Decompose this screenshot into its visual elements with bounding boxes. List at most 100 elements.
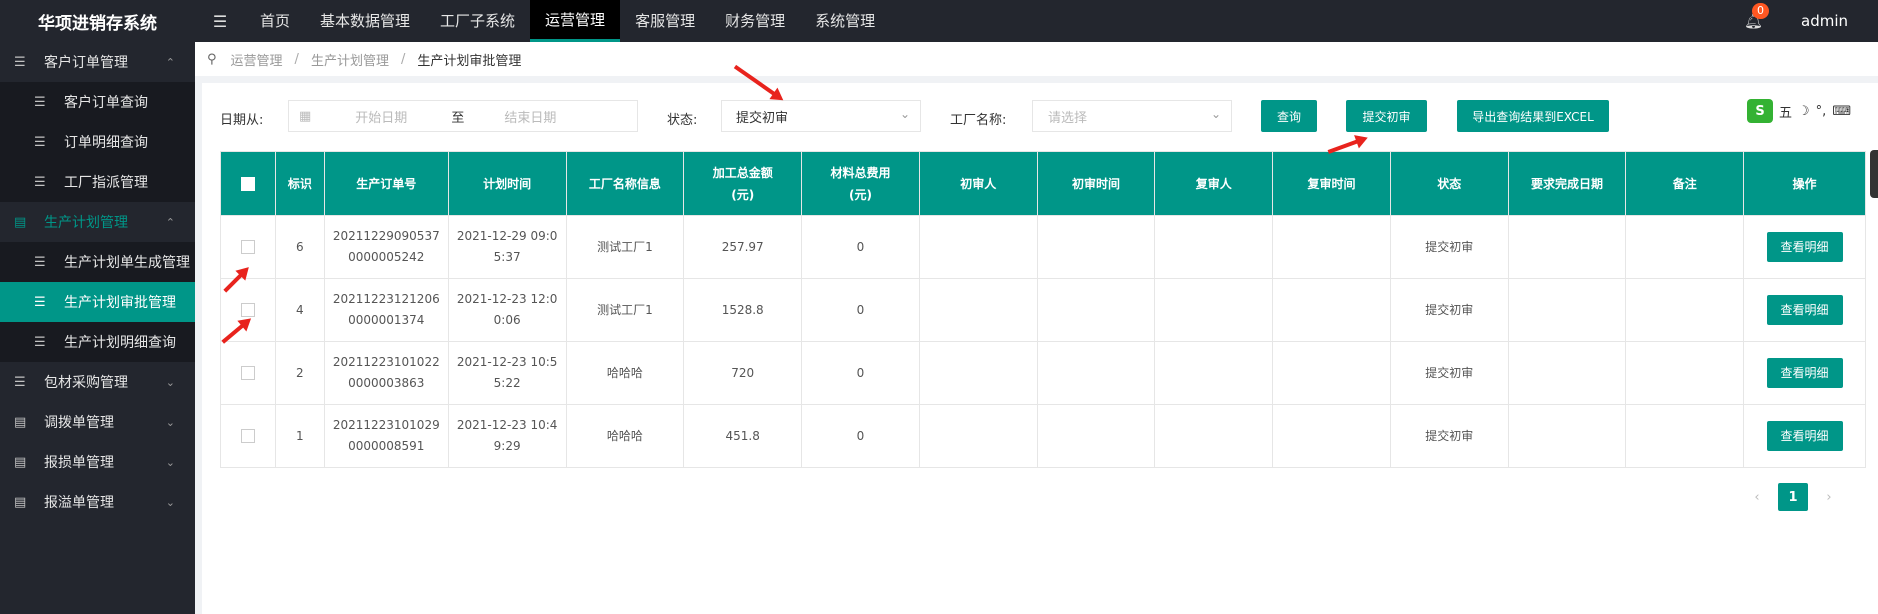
cell-processing-amount: 720 xyxy=(683,341,803,405)
chevron-up-icon: ⌃ xyxy=(165,55,175,69)
top-bar: 华项进销存系统 ☰ 首页 基本数据管理 工厂子系统 运营管理 客服管理 财务管理… xyxy=(0,0,1878,42)
breadcrumb-separator: / xyxy=(294,51,299,67)
punctuation-icon: °, xyxy=(1815,103,1827,119)
next-page-icon[interactable]: › xyxy=(1814,490,1844,505)
chevron-up-icon: ⌃ xyxy=(165,215,175,229)
sidebar-group-label: 调拨单管理 xyxy=(44,415,114,431)
menu-toggle-icon[interactable]: ☰ xyxy=(195,12,245,31)
cell-first-reviewer xyxy=(918,341,1038,405)
factory-name-label: 工厂名称: xyxy=(950,113,1007,128)
cell-id: 6 xyxy=(274,215,325,279)
end-date-input[interactable]: 结束日期 xyxy=(504,107,556,126)
cell-factory: 哈哈哈 xyxy=(565,404,685,468)
query-button[interactable]: 查询 xyxy=(1261,100,1317,132)
factory-select[interactable]: 请选择 ⌄ xyxy=(1032,100,1232,132)
location-pin-icon: ⚲ xyxy=(207,51,217,67)
ime-toolbar[interactable]: S 五 ☽ °, ⌨ xyxy=(1747,97,1878,125)
sidebar-group-overflow-report[interactable]: ▤ 报溢单管理 ⌄ xyxy=(0,482,195,522)
start-date-input[interactable]: 开始日期 xyxy=(355,107,407,126)
col-material-cost: 材料总费用 (元) xyxy=(801,151,920,216)
cell-plan-time-line2: 9:29 xyxy=(493,439,521,453)
table-row: 2 20211223101022 0000003863 2021-12-23 10… xyxy=(220,341,1866,405)
row-checkbox[interactable] xyxy=(220,404,276,468)
scrollbar-handle[interactable] xyxy=(1870,150,1878,198)
sidebar-group-label: 报损单管理 xyxy=(44,455,114,471)
view-detail-button[interactable]: 查看明细 xyxy=(1766,295,1843,325)
sidebar: ☰ 客户订单管理 ⌃ ☰ 客户订单查询 ☰ 订单明细查询 ☰ 工厂指派管理 ▤ … xyxy=(0,42,195,614)
nav-system[interactable]: 系统管理 xyxy=(800,0,890,42)
nav-finance[interactable]: 财务管理 xyxy=(710,0,800,42)
sidebar-group-customer-orders[interactable]: ☰ 客户订单管理 ⌃ xyxy=(0,42,195,82)
current-page[interactable]: 1 xyxy=(1778,483,1808,511)
cell-action: 查看明细 xyxy=(1743,341,1866,405)
select-all-checkbox[interactable] xyxy=(220,151,276,216)
user-menu[interactable]: admin xyxy=(1801,12,1848,30)
breadcrumb-item[interactable]: 运营管理 xyxy=(231,50,283,69)
cell-plan-time: 2021-12-29 09:0 5:37 xyxy=(447,215,567,279)
submit-first-review-button[interactable]: 提交初审 xyxy=(1346,100,1427,132)
cell-order-no-line2: 0000003863 xyxy=(348,376,425,390)
sidebar-group-transfer[interactable]: ▤ 调拨单管理 ⌄ xyxy=(0,402,195,442)
date-from-label: 日期从: xyxy=(220,113,264,128)
cell-order-no: 20211229090537 0000005242 xyxy=(323,215,449,279)
sidebar-item-plan-generation[interactable]: ☰ 生产计划单生成管理 xyxy=(0,242,195,282)
status-label: 状态: xyxy=(667,113,698,128)
cell-due-date xyxy=(1507,404,1627,468)
cell-plan-time-line1: 2021-12-23 10:4 xyxy=(456,418,558,432)
sidebar-item-order-detail-query[interactable]: ☰ 订单明细查询 xyxy=(0,122,195,162)
cell-second-review-time xyxy=(1272,341,1391,405)
factory-select-placeholder: 请选择 xyxy=(1048,110,1088,126)
notification-bell-icon[interactable]: 🔔︎ 0 xyxy=(1744,3,1769,30)
view-detail-button[interactable]: 查看明细 xyxy=(1766,421,1843,451)
nav-customer-service[interactable]: 客服管理 xyxy=(620,0,710,42)
chevron-down-icon: ⌄ xyxy=(1210,107,1221,121)
cell-second-review-time xyxy=(1272,404,1391,468)
notification-badge: 0 xyxy=(1751,3,1769,19)
sidebar-item-customer-order-query[interactable]: ☰ 客户订单查询 xyxy=(0,82,195,122)
cell-status: 提交初审 xyxy=(1389,404,1509,468)
pagination: ‹ 1 › xyxy=(1742,483,1844,511)
table-row: 6 20211229090537 0000005242 2021-12-29 09… xyxy=(220,215,1866,279)
chart-icon: ▤ xyxy=(14,414,27,430)
sidebar-group-label: 客户订单管理 xyxy=(44,55,128,71)
date-range-input[interactable]: ▦ 开始日期 至 结束日期 xyxy=(288,100,638,132)
nav-operations[interactable]: 运营管理 xyxy=(530,0,621,42)
nav-home[interactable]: 首页 xyxy=(245,0,305,42)
cell-plan-time-line2: 0:06 xyxy=(493,313,521,327)
cell-order-no: 20211223121206 0000001374 xyxy=(323,278,449,342)
view-detail-button[interactable]: 查看明细 xyxy=(1766,358,1843,388)
cell-plan-time-line1: 2021-12-23 10:5 xyxy=(456,355,558,369)
status-select-value: 提交初审 xyxy=(736,110,789,126)
cell-factory: 测试工厂1 xyxy=(565,278,685,342)
col-order-no: 生产订单号 xyxy=(323,151,449,216)
sidebar-item-factory-assignment[interactable]: ☰ 工厂指派管理 xyxy=(0,162,195,202)
calendar-icon: ▦ xyxy=(299,108,312,124)
cell-second-reviewer xyxy=(1154,278,1274,342)
col-second-review-time: 复审时间 xyxy=(1272,151,1391,216)
sidebar-group-loss-report[interactable]: ▤ 报损单管理 ⌄ xyxy=(0,442,195,482)
cell-order-no-line1: 20211223101029 xyxy=(332,418,440,432)
cell-action: 查看明细 xyxy=(1743,278,1866,342)
sidebar-group-label: 包材采购管理 xyxy=(44,375,128,391)
sidebar-item-plan-detail-query[interactable]: ☰ 生产计划明细查询 xyxy=(0,322,195,362)
export-excel-button[interactable]: 导出查询结果到EXCEL xyxy=(1457,100,1609,132)
breadcrumb-item[interactable]: 生产计划管理 xyxy=(311,50,389,69)
cell-material-cost: 0 xyxy=(801,215,920,279)
sidebar-item-plan-approval[interactable]: ☰ 生产计划审批管理 xyxy=(0,282,195,322)
cell-id: 4 xyxy=(274,278,325,342)
col-first-review-time: 初审时间 xyxy=(1036,151,1156,216)
prev-page-icon[interactable]: ‹ xyxy=(1742,490,1772,505)
cell-status: 提交初审 xyxy=(1389,341,1509,405)
list-icon: ☰ xyxy=(34,134,46,150)
row-checkbox[interactable] xyxy=(220,341,276,405)
sidebar-item-label: 订单明细查询 xyxy=(64,135,148,151)
status-select[interactable]: 提交初审 ⌄ xyxy=(721,100,921,132)
sidebar-group-packaging-purchase[interactable]: ☰ 包材采购管理 ⌄ xyxy=(0,362,195,402)
nav-factory-subsystem[interactable]: 工厂子系统 xyxy=(425,0,530,42)
sidebar-group-production-plan[interactable]: ▤ 生产计划管理 ⌃ xyxy=(0,202,195,242)
app-title: 华项进销存系统 xyxy=(38,13,157,34)
nav-basic-data[interactable]: 基本数据管理 xyxy=(305,0,425,42)
col-second-reviewer: 复审人 xyxy=(1154,151,1274,216)
view-detail-button[interactable]: 查看明细 xyxy=(1766,232,1843,262)
chart-icon: ▤ xyxy=(14,494,27,510)
